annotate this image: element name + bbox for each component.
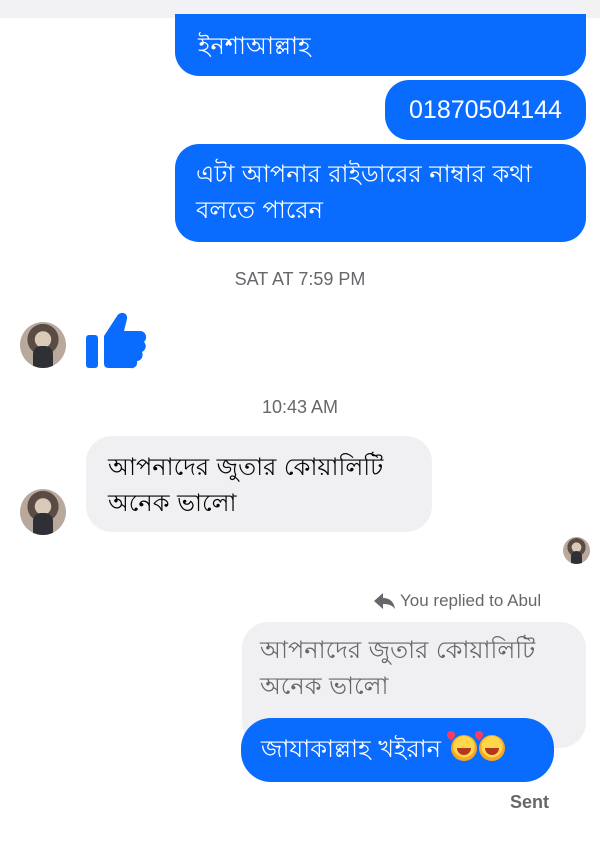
message-text: ইনশাআল্লাহ: [198, 32, 311, 60]
contact-avatar[interactable]: [20, 322, 66, 368]
timestamp-sat: SAT AT 7:59 PM: [234, 269, 366, 289]
sent-status: Sent: [510, 792, 550, 812]
message-text: এটা আপনার রাইডারের নাম্বার কথা বলতে পারে…: [196, 160, 532, 224]
incoming-message-shoe-quality[interactable]: আপনাদের জুতার কোয়ালিটি অনেক ভালো: [86, 436, 432, 532]
smiling-face-with-hearts-icon: [478, 735, 505, 761]
reply-context-text: You replied to Abul: [400, 591, 542, 610]
message-text: 01870504144: [409, 96, 562, 124]
reply-context-label: You replied to Abul: [372, 588, 568, 614]
message-text: আপনাদের জুতার কোয়ালিটি অনেক ভালো: [108, 453, 384, 517]
read-receipt-avatar: [563, 537, 590, 564]
messenger-conversation: ইনশাআল্লাহ 01870504144 এটা আপনার রাইডারে…: [0, 0, 600, 850]
reply-arrow-icon: [374, 593, 395, 609]
message-text: জাযাকাল্লাহ খইরান: [261, 735, 441, 763]
thumbs-up-icon[interactable]: [84, 308, 148, 370]
outgoing-message-rider-number[interactable]: এটা আপনার রাইডারের নাম্বার কথা বলতে পারে…: [175, 144, 586, 242]
outgoing-message-inshallah[interactable]: ইনশাআল্লাহ: [175, 14, 586, 76]
timestamp-10-43: 10:43 AM: [261, 397, 339, 417]
quoted-text: আপনাদের জুতার কোয়ালিটি অনেক ভালো: [260, 636, 536, 700]
contact-avatar[interactable]: [20, 489, 66, 535]
smiling-face-with-hearts-icon: [450, 735, 477, 761]
outgoing-message-jazakallah[interactable]: জাযাকাল্লাহ খইরান: [241, 718, 554, 782]
outgoing-message-phone-number[interactable]: 01870504144: [385, 80, 586, 140]
